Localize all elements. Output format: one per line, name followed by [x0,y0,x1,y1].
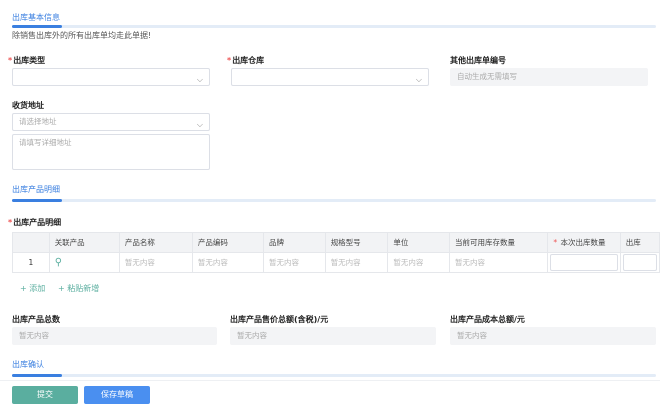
section-title-confirm: 出库确认 [12,360,44,369]
total-price-label: 出库产品售价总额(含税)/元 [230,315,329,324]
note-text: 除销售出库外的所有出库单均走此单据! [12,31,152,40]
table-row: 1 ⚲ 暂无内容 暂无内容 暂无内容 暂无内容 暂无内容 暂无内容 [12,252,660,273]
warehouse-select[interactable]: ⌵ [231,68,429,86]
outbound-extra-input[interactable] [622,254,657,271]
total-cost-field: 暂无内容 [450,327,656,345]
save-draft-button[interactable]: 保存草稿 [84,386,150,404]
type-label: *出库类型 [8,56,46,65]
paste-add-button[interactable]: + 粘贴新增 [58,283,99,294]
chevron-down-icon: ⌵ [196,120,203,129]
chevron-down-icon: ⌵ [415,75,422,84]
footer-divider [0,380,660,381]
address-select[interactable]: 请选择地址 ⌵ [12,113,210,131]
total-count-label: 出库产品总数 [12,315,60,324]
outbound-qty-input[interactable] [550,254,618,271]
address-label: 收货地址 [12,101,44,110]
table-header: 关联产品 产品名称 产品编码 品牌 规格型号 单位 当前可用库存数量 * 本次出… [12,232,660,253]
link-product-icon[interactable]: ⚲ [55,257,62,268]
section-title-basic: 出库基本信息 [12,13,60,22]
type-select[interactable]: ⌵ [12,68,210,86]
submit-button[interactable]: 提交 [12,386,78,404]
add-row-button[interactable]: + 添加 [20,283,45,294]
total-price-field: 暂无内容 [230,327,436,345]
section-divider [12,374,656,377]
total-cost-label: 出库产品成本总额/元 [450,315,525,324]
warehouse-label: *出库仓库 [227,56,265,65]
section-divider [12,25,656,28]
total-count-field: 暂无内容 [12,327,217,345]
address-detail-textarea[interactable]: 请填写详细地址 [12,134,210,170]
other-no-label: 其他出库单编号 [450,56,506,65]
section-divider [12,199,656,202]
product-table-label: *出库产品明细 [8,218,62,227]
product-table: 关联产品 产品名称 产品编码 品牌 规格型号 单位 当前可用库存数量 * 本次出… [12,232,660,273]
other-no-field: 自动生成无需填写 [450,68,648,86]
section-title-products: 出库产品明细 [12,185,60,194]
chevron-down-icon: ⌵ [196,75,203,84]
